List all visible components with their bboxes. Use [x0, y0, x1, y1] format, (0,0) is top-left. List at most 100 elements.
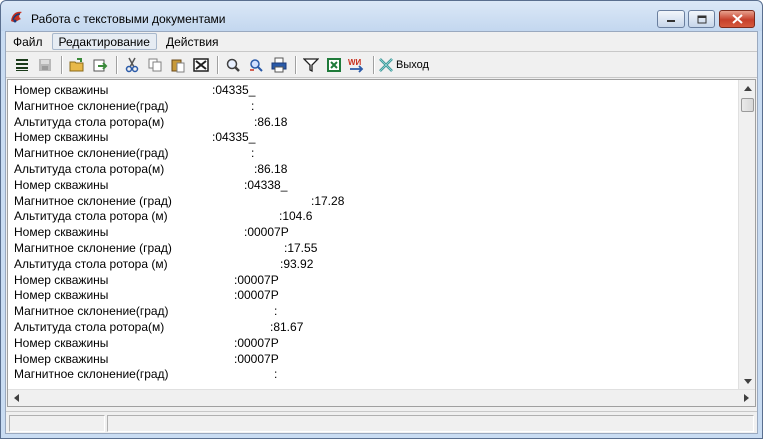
line-label: Магнитное склонение(град)	[14, 98, 169, 113]
line-value: :17.55	[284, 240, 318, 255]
line-value: :86.18	[254, 161, 288, 176]
scroll-down-button[interactable]	[739, 373, 756, 390]
vertical-scroll-thumb[interactable]	[741, 98, 754, 112]
line-label: Номер скважины	[14, 83, 109, 97]
text-line: Номер скважины :04335_	[14, 83, 740, 99]
toolbar-separator	[295, 55, 296, 74]
line-value: :17.28	[311, 193, 345, 208]
cut-icon	[125, 57, 139, 72]
client-area: Файл Редактирование Действия WИ Выход Но…	[5, 31, 758, 434]
filter-button[interactable]	[300, 54, 322, 76]
line-label: Номер скважины	[14, 130, 109, 145]
maximize-button[interactable]	[688, 10, 715, 28]
arrow-left-icon	[14, 394, 19, 402]
text-line: Номер скважины:04338_	[14, 178, 740, 194]
line-value: :00007Р	[244, 225, 289, 240]
scroll-right-button[interactable]	[738, 390, 755, 406]
text-line: Номер скважины:00007Р	[14, 336, 740, 352]
line-value: :81.67	[270, 319, 304, 334]
line-value: :	[274, 304, 278, 319]
line-label: Номер скважины	[14, 177, 109, 192]
text-line: Магнитное склонение (град) :17.55	[14, 241, 740, 257]
line-label: Альтитуда стола ротора(м)	[14, 114, 165, 129]
open-button[interactable]	[66, 54, 88, 76]
menu-edit[interactable]: Редактирование	[51, 33, 157, 50]
find-button[interactable]	[222, 54, 244, 76]
line-label: Магнитное склонение(град)	[14, 367, 169, 382]
title-bar[interactable]: Работа с текстовыми документами	[1, 1, 762, 31]
word-icon: WИ	[348, 58, 364, 73]
line-value: :86.18	[254, 114, 288, 129]
exit-button[interactable]: Выход	[378, 54, 433, 76]
line-label: Альтитуда стола ротора (м)	[14, 209, 168, 224]
open-file-icon	[69, 57, 84, 71]
toolbar: WИ Выход	[6, 52, 757, 78]
line-label: Номер скважины	[14, 335, 109, 350]
line-value: :	[251, 98, 255, 113]
save-disabled-icon	[39, 58, 51, 71]
minimize-icon	[667, 20, 675, 22]
text-line: Номер скважины :00007Р	[14, 288, 740, 304]
delete-icon	[193, 57, 209, 72]
arrow-up-icon	[743, 86, 752, 91]
list-button[interactable]	[11, 54, 33, 76]
list-icon	[16, 58, 28, 71]
close-icon	[731, 14, 743, 24]
line-label: Альтитуда стола ротора(м)	[14, 161, 165, 176]
word-button[interactable]: WИ	[346, 54, 368, 76]
horizontal-scrollbar[interactable]	[8, 389, 755, 406]
menu-file[interactable]: Файл	[6, 33, 50, 50]
print-icon	[271, 57, 287, 72]
line-label: Номер скважины	[14, 288, 109, 303]
delete-button[interactable]	[190, 54, 212, 76]
line-label: Магнитное склонение (град)	[14, 240, 172, 255]
excel-button[interactable]	[323, 54, 345, 76]
app-icon	[11, 11, 22, 23]
arrow-right-icon	[744, 394, 749, 402]
line-value: :00007Р	[234, 288, 279, 303]
toolbar-separator	[373, 55, 374, 74]
line-label: Альтитуда стола ротора (м)	[14, 256, 168, 271]
text-line: Альтитуда стола ротора(м) :81.67	[14, 320, 740, 336]
scroll-up-button[interactable]	[739, 80, 756, 97]
scroll-left-button[interactable]	[8, 390, 25, 406]
menu-actions[interactable]: Действия	[159, 33, 226, 50]
line-value: :	[274, 367, 278, 382]
text-line: Магнитное склонение(град):	[14, 367, 740, 383]
text-line: Номер скважины:00007Р	[14, 273, 740, 289]
text-line: Альтитуда стола ротора (м):104.6	[14, 209, 740, 225]
text-line: Номер скважины :04335_	[14, 130, 740, 146]
text-editor[interactable]: Номер скважины:04335_ Магнитное склонение…	[7, 79, 756, 407]
line-label: Альтитуда стола ротора(м)	[14, 319, 165, 334]
line-value: :04335_	[212, 83, 256, 97]
close-button[interactable]	[719, 10, 755, 28]
toolbar-separator	[61, 55, 62, 74]
paste-button[interactable]	[167, 54, 189, 76]
text-line: Магнитное склонение(град):	[14, 99, 740, 115]
maximize-icon	[697, 15, 706, 23]
line-value: :	[251, 146, 255, 161]
window-title: Работа с текстовыми документами	[31, 12, 226, 26]
exit-label: Выход	[396, 58, 429, 71]
vertical-scrollbar[interactable]	[738, 80, 755, 390]
cut-button[interactable]	[121, 54, 143, 76]
copy-button[interactable]	[144, 54, 166, 76]
status-pane-1	[9, 415, 105, 432]
save-button[interactable]	[34, 54, 56, 76]
export-button[interactable]	[89, 54, 111, 76]
toolbar-separator	[217, 55, 218, 74]
find-icon	[226, 58, 240, 72]
export-icon	[93, 59, 108, 71]
text-line: Альтитуда стола ротора(м) :86.18	[14, 115, 740, 131]
main-window: Работа с текстовыми документами Файл Ред…	[0, 0, 763, 439]
text-line: Магнитное склонение(град):	[14, 146, 740, 162]
line-value: :04335_	[212, 130, 256, 145]
print-button[interactable]	[268, 54, 290, 76]
find-replace-button[interactable]	[245, 54, 267, 76]
text-line: Номер скважины:00007Р	[14, 225, 740, 241]
paste-icon	[171, 59, 185, 72]
line-label: Магнитное склонение (град)	[14, 193, 172, 208]
minimize-button[interactable]	[657, 10, 685, 28]
text-line: Альтитуда стола ротора (м):93.92	[14, 257, 740, 273]
line-value: :00007Р	[234, 272, 279, 287]
